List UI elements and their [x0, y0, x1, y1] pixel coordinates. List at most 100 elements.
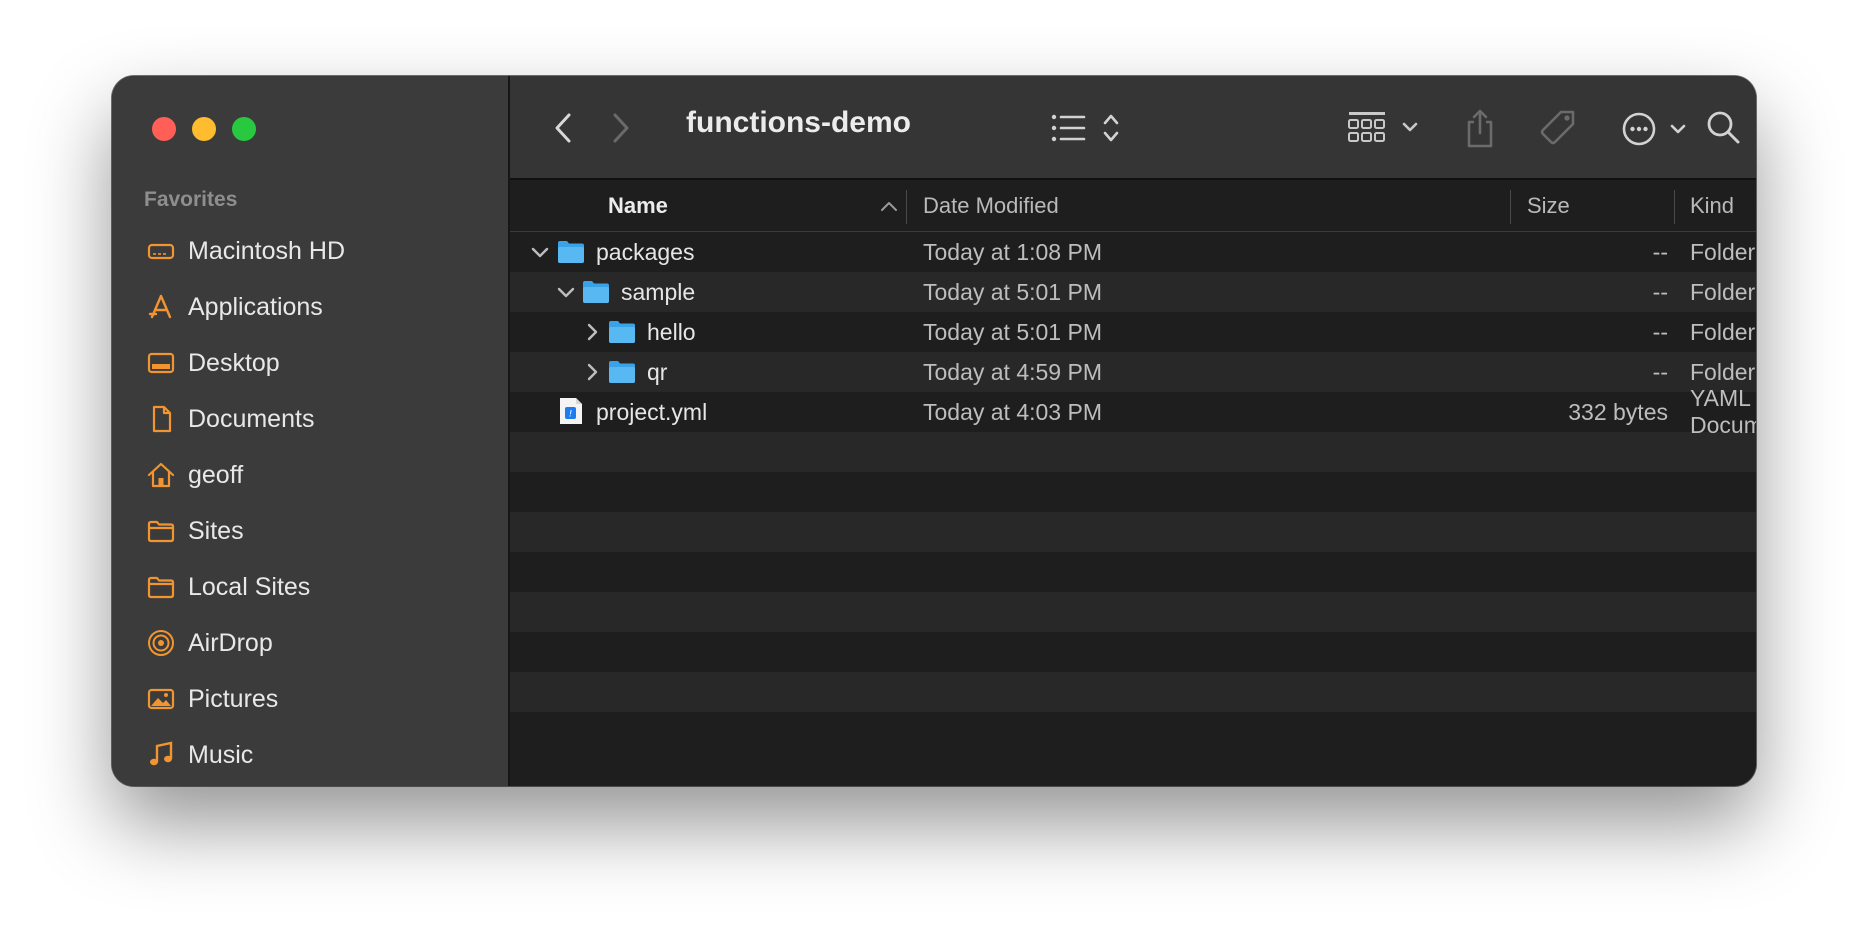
file-row-sample[interactable]: sample Today at 5:01 PM -- Folder	[510, 272, 1756, 312]
list-view-button[interactable]	[1050, 108, 1126, 148]
folder-icon	[609, 321, 635, 343]
applications-icon	[146, 292, 176, 322]
folder-icon	[583, 281, 609, 303]
file-size: --	[1652, 358, 1668, 385]
column-name[interactable]: Name	[608, 180, 668, 232]
file-size: 332 bytes	[1568, 398, 1668, 425]
sidebar-item-macintosh-hd[interactable]: Macintosh HD	[112, 223, 508, 279]
list-view-icon	[1051, 114, 1119, 142]
column-header: Name Date Modified Size Kind	[510, 180, 1756, 232]
sidebar-item-label: Macintosh HD	[188, 236, 345, 265]
window-title: functions-demo	[686, 106, 911, 139]
tag-button[interactable]	[1538, 106, 1580, 150]
empty-row	[510, 632, 1756, 672]
column-size[interactable]: Size	[1527, 180, 1570, 232]
folder-icon	[609, 361, 635, 383]
empty-row	[510, 712, 1756, 752]
file-row-qr[interactable]: qr Today at 4:59 PM -- Folder	[510, 352, 1756, 392]
sidebar-item-label: Local Sites	[188, 572, 311, 601]
pictures-icon	[146, 684, 176, 714]
chevron-right-icon	[613, 113, 629, 143]
file-row-packages[interactable]: packages Today at 1:08 PM -- Folder	[510, 232, 1756, 272]
file-size: --	[1652, 318, 1668, 345]
file-date: Today at 4:59 PM	[923, 358, 1102, 385]
empty-row	[510, 592, 1756, 632]
file-kind: Folder	[1690, 318, 1756, 345]
action-menu-button[interactable]	[1622, 110, 1692, 148]
file-list: packages Today at 1:08 PM -- Folder samp…	[510, 232, 1756, 752]
sidebar-item-label: Music	[188, 740, 254, 769]
sidebar-item-sites[interactable]: Sites	[112, 503, 508, 559]
tag-icon	[1540, 110, 1575, 145]
file-name: project.yml	[596, 398, 708, 425]
svg-text:!: !	[569, 410, 573, 420]
empty-row	[510, 472, 1756, 512]
file-row-project-yml[interactable]: ! project.yml Today at 4:03 PM 332 bytes…	[510, 385, 1756, 438]
search-icon	[1707, 111, 1740, 144]
more-icon	[1622, 112, 1686, 146]
back-button[interactable]	[546, 108, 580, 148]
empty-row	[510, 512, 1756, 552]
file-size: --	[1652, 278, 1668, 305]
search-button[interactable]	[1704, 108, 1744, 148]
chevron-right-icon[interactable]	[580, 320, 604, 344]
close-button[interactable]	[152, 117, 176, 141]
file-date: Today at 5:01 PM	[923, 278, 1102, 305]
column-divider[interactable]	[906, 190, 907, 224]
column-divider[interactable]	[1510, 190, 1511, 224]
chevron-right-icon[interactable]	[580, 360, 604, 384]
zoom-button[interactable]	[232, 117, 256, 141]
forward-button[interactable]	[604, 108, 638, 148]
sidebar-item-applications[interactable]: Applications	[112, 279, 508, 335]
sidebar-list: Macintosh HD Applications Desktop Docume…	[112, 223, 508, 783]
share-button[interactable]	[1462, 104, 1498, 152]
finder-window: Favorites Macintosh HD Applications Desk…	[112, 76, 1756, 786]
file-date: Today at 1:08 PM	[923, 238, 1102, 265]
sidebar-item-airdrop[interactable]: AirDrop	[112, 615, 508, 671]
window-controls	[152, 117, 256, 141]
sidebar-item-label: Documents	[188, 404, 315, 433]
home-icon	[146, 460, 176, 490]
sidebar: Favorites Macintosh HD Applications Desk…	[112, 76, 510, 786]
sort-ascending-icon	[881, 202, 897, 211]
minimize-button[interactable]	[192, 117, 216, 141]
airdrop-icon	[146, 628, 176, 658]
music-icon	[146, 740, 176, 770]
file-name: packages	[596, 238, 695, 265]
column-divider[interactable]	[1674, 190, 1675, 224]
sidebar-item-label: geoff	[188, 460, 244, 489]
share-icon	[1467, 109, 1493, 148]
sidebar-item-label: AirDrop	[188, 628, 273, 657]
sidebar-item-label: Applications	[188, 292, 323, 321]
folder-icon	[558, 241, 584, 263]
chevron-down-icon[interactable]	[554, 280, 578, 304]
empty-row	[510, 672, 1756, 712]
disk-icon	[146, 236, 176, 266]
file-date: Today at 4:03 PM	[923, 398, 1102, 425]
sidebar-item-documents[interactable]: Documents	[112, 391, 508, 447]
sidebar-heading-favorites: Favorites	[144, 188, 238, 211]
sidebar-item-desktop[interactable]: Desktop	[112, 335, 508, 391]
sidebar-item-label: Pictures	[188, 684, 279, 713]
toolbar: functions-demo	[510, 76, 1756, 180]
sidebar-item-geoff[interactable]: geoff	[112, 447, 508, 503]
empty-row	[510, 552, 1756, 592]
main-content: functions-demo Name Date Modified Size K…	[510, 76, 1756, 786]
empty-row	[510, 432, 1756, 472]
folder-icon	[146, 572, 176, 602]
column-kind[interactable]: Kind	[1690, 180, 1734, 232]
file-row-hello[interactable]: hello Today at 5:01 PM -- Folder	[510, 312, 1756, 352]
group-button[interactable]	[1348, 108, 1422, 148]
document-icon	[146, 404, 176, 434]
chevron-left-icon	[555, 113, 571, 143]
file-size: --	[1652, 238, 1668, 265]
chevron-down-icon[interactable]	[528, 240, 552, 264]
sidebar-item-music[interactable]: Music	[112, 727, 508, 783]
desktop-icon	[146, 348, 176, 378]
file-date: Today at 5:01 PM	[923, 318, 1102, 345]
sidebar-item-local-sites[interactable]: Local Sites	[112, 559, 508, 615]
file-kind: YAML Document	[1690, 385, 1756, 438]
sidebar-item-pictures[interactable]: Pictures	[112, 671, 508, 727]
sidebar-item-label: Desktop	[188, 348, 280, 377]
column-date-modified[interactable]: Date Modified	[923, 180, 1059, 232]
